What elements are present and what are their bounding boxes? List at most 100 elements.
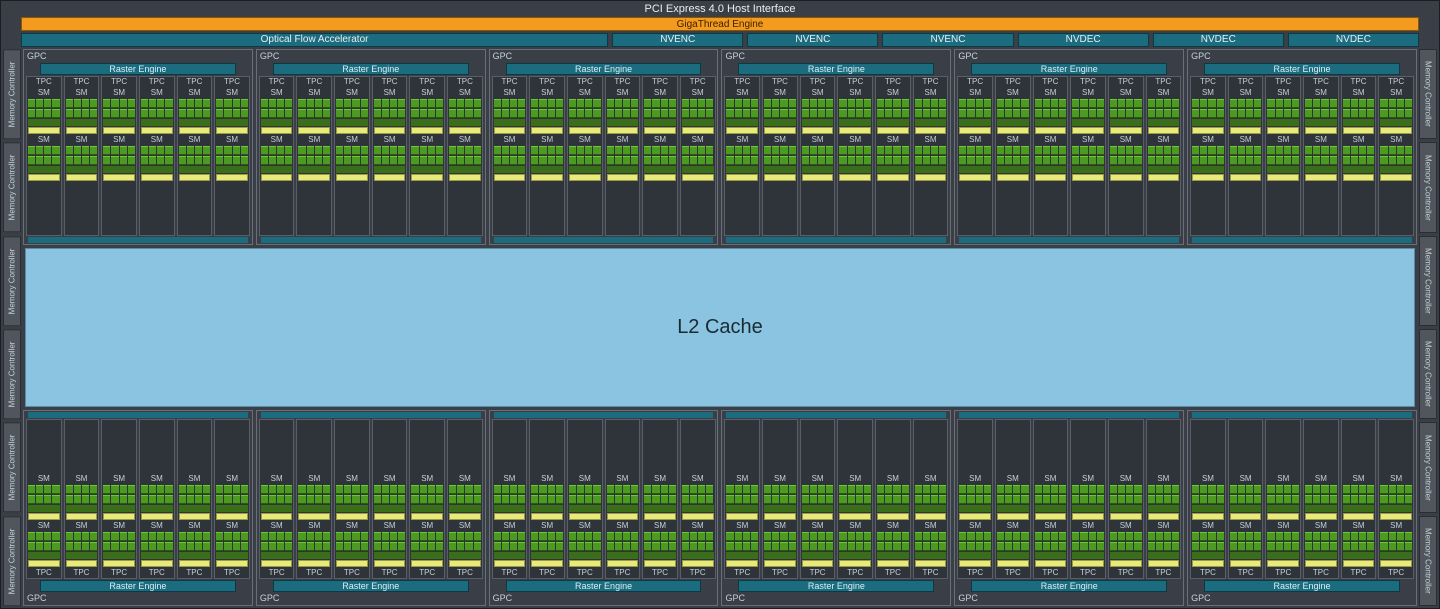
cuda-core <box>1051 532 1058 541</box>
cuda-core <box>36 99 43 108</box>
cuda-core <box>531 99 538 108</box>
cuda-core <box>1246 109 1253 118</box>
cuda-core <box>885 156 892 165</box>
tensor-core <box>607 119 639 126</box>
cuda-core-row <box>959 485 991 494</box>
cuda-core <box>1359 156 1366 165</box>
cuda-core <box>1343 495 1350 504</box>
cuda-core <box>569 485 576 494</box>
cuda-core <box>1254 495 1261 504</box>
cuda-core <box>539 146 546 155</box>
memory-controller: Memory Controller <box>3 422 21 512</box>
cuda-core <box>569 542 576 551</box>
cuda-core <box>307 532 314 541</box>
cuda-core <box>864 146 871 155</box>
cuda-core <box>772 532 779 541</box>
rt-core <box>336 174 368 181</box>
cuda-core <box>1126 532 1133 541</box>
cuda-core-row <box>1072 542 1104 551</box>
cuda-core <box>518 542 525 551</box>
sm-label: SM <box>877 135 909 145</box>
cuda-core <box>1246 495 1253 504</box>
cuda-core <box>494 495 501 504</box>
cuda-core <box>976 495 983 504</box>
cuda-core <box>374 532 381 541</box>
rt-core <box>494 127 526 134</box>
cuda-core <box>1238 99 1245 108</box>
cuda-core <box>585 532 592 541</box>
sm-label: SM <box>802 135 834 145</box>
cuda-core-row <box>66 156 98 165</box>
rt-core <box>141 513 173 520</box>
tensor-core <box>1148 166 1180 173</box>
cuda-core <box>382 532 389 541</box>
rt-core <box>1343 127 1375 134</box>
cuda-core <box>780 485 787 494</box>
cuda-core <box>52 146 59 155</box>
sm-label: SM <box>1343 135 1375 145</box>
raster-engine: Raster Engine <box>40 580 236 592</box>
cuda-core <box>285 109 292 118</box>
cuda-core <box>74 532 81 541</box>
cuda-core-row <box>298 156 330 165</box>
rt-core <box>1192 127 1224 134</box>
cuda-core <box>1367 485 1374 494</box>
cuda-core <box>344 485 351 494</box>
tpc-block: TPCSMSM <box>101 419 137 579</box>
cuda-core <box>398 146 405 155</box>
tpc-block: TPCSMSM <box>567 76 603 236</box>
cuda-core-row <box>726 99 758 108</box>
sm-block: SM <box>28 135 60 181</box>
cuda-core <box>1292 99 1299 108</box>
cuda-core <box>1110 156 1117 165</box>
cuda-core <box>203 542 210 551</box>
cuda-core <box>1321 532 1328 541</box>
cuda-core-row <box>141 156 173 165</box>
sm-label: SM <box>726 135 758 145</box>
cuda-core <box>1080 99 1087 108</box>
cuda-core <box>802 542 809 551</box>
cuda-core <box>1043 156 1050 165</box>
cuda-core-row <box>261 99 293 108</box>
tensor-core <box>644 505 676 512</box>
sm-label: SM <box>1192 88 1224 98</box>
cuda-core <box>149 156 156 165</box>
cuda-core <box>1330 485 1337 494</box>
cuda-core <box>1254 542 1261 551</box>
cuda-core <box>1208 532 1215 541</box>
tpc-block: TPCSMSM <box>1108 419 1144 579</box>
cuda-core <box>1021 146 1028 155</box>
cuda-core <box>644 542 651 551</box>
sm-label: SM <box>682 474 714 484</box>
cuda-core <box>780 542 787 551</box>
cuda-core <box>772 109 779 118</box>
sm-label: SM <box>28 135 60 145</box>
cuda-core <box>420 99 427 108</box>
cuda-core <box>877 532 884 541</box>
tpc-block: TPCSMSM <box>800 419 836 579</box>
cuda-core <box>772 146 779 155</box>
cuda-core <box>398 109 405 118</box>
sm-label: SM <box>1380 474 1412 484</box>
cuda-core <box>1267 542 1274 551</box>
tensor-core <box>997 166 1029 173</box>
sm-label: SM <box>959 88 991 98</box>
sm-label: SM <box>28 521 60 531</box>
cuda-core-row <box>531 542 563 551</box>
cuda-core <box>474 146 481 155</box>
sm-label: SM <box>103 521 135 531</box>
cuda-core <box>1126 146 1133 155</box>
cuda-core <box>923 99 930 108</box>
cuda-core-row <box>531 109 563 118</box>
tpc-block: TPCSMSM <box>492 419 528 579</box>
cuda-core <box>103 485 110 494</box>
cuda-core <box>623 542 630 551</box>
cuda-core <box>810 109 817 118</box>
sm-label: SM <box>644 88 676 98</box>
rt-core <box>839 513 871 520</box>
polymorph-strip <box>494 237 714 243</box>
cuda-core-row <box>915 146 947 155</box>
cuda-core <box>66 532 73 541</box>
cuda-core-row <box>494 146 526 155</box>
cuda-core-row <box>1230 495 1262 504</box>
